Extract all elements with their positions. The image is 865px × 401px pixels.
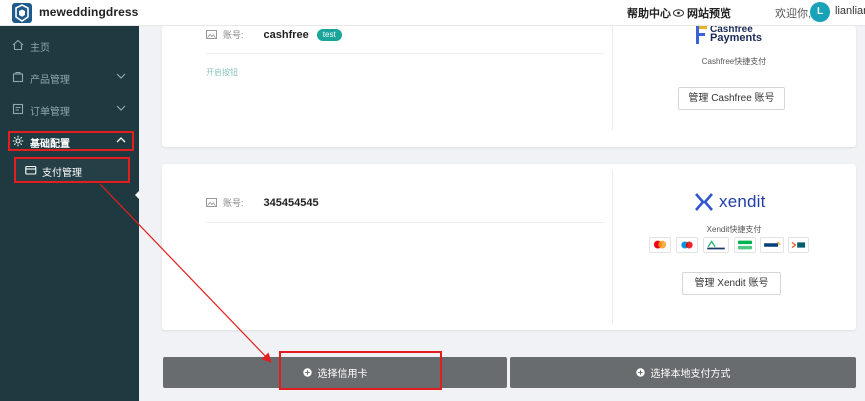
- sidebar-item-label: 订单管理: [30, 107, 70, 118]
- bni-icon: [788, 237, 809, 253]
- chevron-down-icon: [116, 73, 126, 79]
- sidebar-item-label: 主页: [30, 43, 50, 54]
- order-icon: [12, 103, 24, 115]
- mastercard-icon: [649, 237, 671, 253]
- cashfree-payment-card: 账号: cashfree test 开启按钮 Cashfree Payments…: [162, 24, 856, 147]
- cashfree-desc: Cashfree快捷支付: [701, 57, 767, 66]
- account-label: 账号:: [223, 198, 244, 208]
- top-header: meweddingdress 帮助中心 网站预览 欢迎你, L lianlian: [0, 0, 865, 26]
- cashfree-logo-bottom: Payments: [710, 32, 762, 44]
- sidebar-item-label: 产品管理: [30, 75, 70, 86]
- grabpay-icon: [734, 237, 756, 253]
- sidebar-item-products[interactable]: 产品管理: [0, 63, 139, 91]
- payment-method-logos: [649, 237, 809, 253]
- image-icon: [206, 30, 217, 39]
- xendit-desc: Xendit快捷支付: [706, 225, 762, 234]
- account-value: 345454545: [263, 196, 319, 209]
- annotation-box-basic-config: [8, 131, 134, 151]
- vertical-divider: [612, 170, 613, 324]
- eye-icon: [673, 9, 684, 17]
- xendit-payment-card: 账号: 345454545 xendit Xendit快捷支付 管理 Xendi…: [162, 164, 856, 330]
- annotation-box-credit-card: [279, 351, 442, 390]
- mandiri-icon: [760, 237, 784, 253]
- local-payment-label: 选择本地支付方式: [650, 369, 731, 380]
- sidebar-item-orders[interactable]: 订单管理: [0, 95, 139, 123]
- vertical-divider: [612, 26, 613, 130]
- xendit-mark-icon: [695, 193, 713, 211]
- xendit-logo-text: xendit: [719, 192, 766, 211]
- sidebar-collapse-handle[interactable]: [135, 191, 139, 199]
- image-icon: [206, 198, 217, 207]
- maestro-icon: [676, 237, 698, 253]
- help-center-link[interactable]: 帮助中心: [627, 5, 671, 21]
- username[interactable]: lianlian: [835, 5, 865, 17]
- select-local-payment-button[interactable]: 选择本地支付方式: [510, 357, 856, 388]
- paymaya-icon: [703, 237, 729, 253]
- divider: [206, 222, 604, 223]
- site-preview-label: 网站预览: [687, 8, 731, 20]
- brand-name[interactable]: meweddingdress: [39, 5, 138, 19]
- sidebar-item-home[interactable]: 主页: [0, 31, 139, 59]
- welcome-text: 欢迎你,: [775, 8, 812, 20]
- test-badge: test: [316, 28, 342, 41]
- home-icon: [12, 39, 24, 51]
- avatar[interactable]: L: [810, 2, 830, 22]
- account-value: cashfree: [263, 28, 309, 41]
- xendit-logo: xendit: [693, 191, 773, 215]
- manage-xendit-button[interactable]: 管理 Xendit 账号: [682, 272, 781, 295]
- cashfree-mark-icon: [696, 26, 707, 44]
- site-preview-link[interactable]: 网站预览: [673, 5, 731, 21]
- manage-cashfree-button[interactable]: 管理 Cashfree 账号: [678, 87, 785, 110]
- divider: [206, 53, 604, 54]
- sidebar: 主页 产品管理 订单管理 基础配置 支付管理: [0, 26, 139, 401]
- cashfree-logo: Cashfree Payments: [696, 24, 776, 46]
- account-label: 账号:: [223, 30, 244, 40]
- xendit-account-row: 账号: 345454545: [206, 196, 319, 209]
- chevron-down-icon: [116, 105, 126, 111]
- product-icon: [12, 71, 24, 83]
- plus-circle-icon: [635, 368, 645, 377]
- cashfree-account-row: 账号: cashfree test: [206, 28, 342, 41]
- enable-link[interactable]: 开启按钮: [206, 67, 238, 78]
- brand-logo-icon[interactable]: [11, 2, 33, 24]
- annotation-box-payment: [14, 157, 130, 183]
